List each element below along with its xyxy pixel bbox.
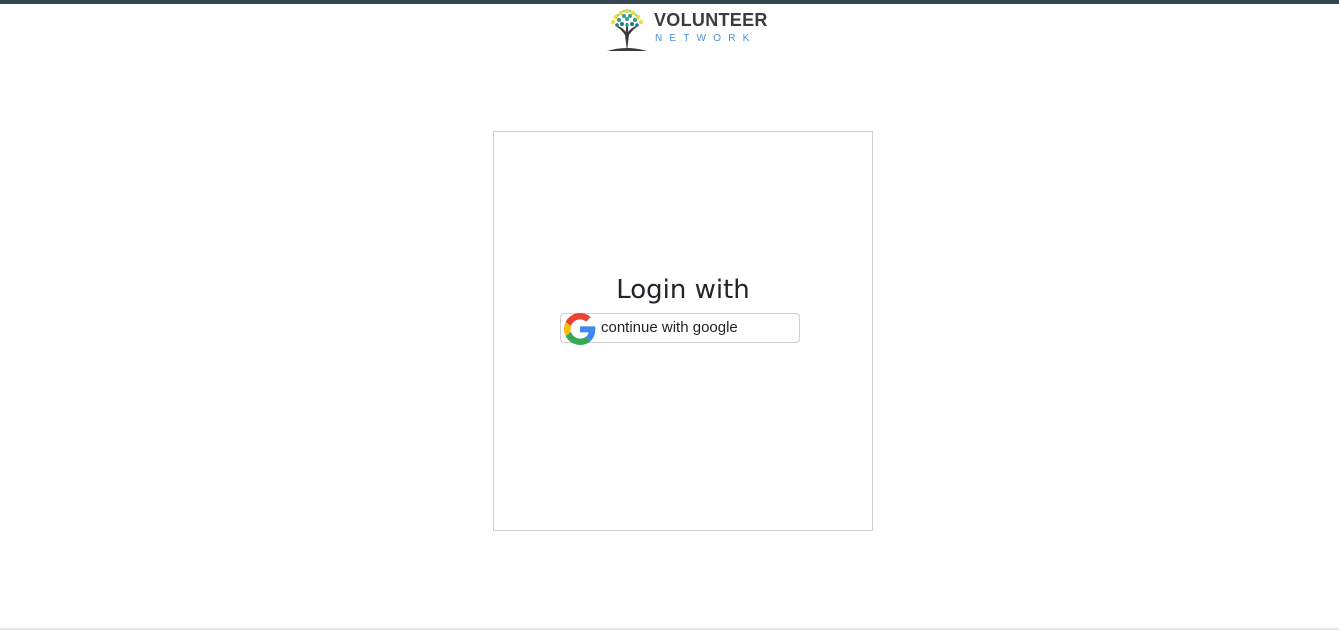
google-icon bbox=[564, 313, 596, 345]
logo-title: VOLUNTEER bbox=[654, 10, 768, 30]
top-strip bbox=[0, 0, 1339, 4]
google-button-label: continue with google bbox=[601, 319, 738, 336]
volunteer-network-logo[interactable]: VOLUNTEER NETWORK bbox=[603, 5, 773, 53]
login-title: Login with bbox=[616, 275, 750, 305]
tree-icon bbox=[607, 8, 647, 51]
continue-with-google-button[interactable]: continue with google bbox=[560, 313, 800, 345]
login-card: Login with continue with google bbox=[493, 131, 873, 531]
logo-subtitle: NETWORK bbox=[655, 33, 757, 44]
